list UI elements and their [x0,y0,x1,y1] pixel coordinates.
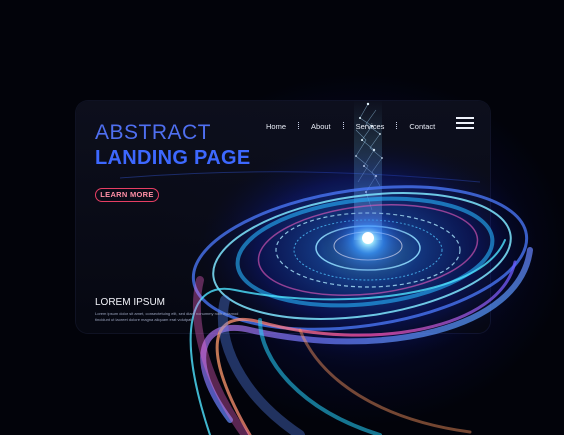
hamburger-icon[interactable] [456,117,474,129]
nav-divider [342,122,344,130]
section-heading: LOREM IPSUM [95,297,166,308]
hero-title-line2: LANDING PAGE [95,147,251,169]
nav-item-home[interactable]: Home [266,122,286,131]
top-navigation: Home About Services Contact [266,119,435,133]
nav-item-contact[interactable]: Contact [409,122,435,131]
hero-scene: Home About Services Contact ABSTRACT LAN… [0,0,564,435]
learn-more-button[interactable]: LEARN MORE [95,188,159,202]
nav-divider [396,122,398,130]
nav-item-services[interactable]: Services [356,122,385,131]
nav-item-about[interactable]: About [311,122,331,131]
light-vortex-illustration [119,100,538,435]
hero-title-line1: ABSTRACT [95,121,212,144]
nav-divider [298,122,300,130]
section-body-text: Lorem ipsum dolor sit amet, consectetuin… [95,311,239,322]
